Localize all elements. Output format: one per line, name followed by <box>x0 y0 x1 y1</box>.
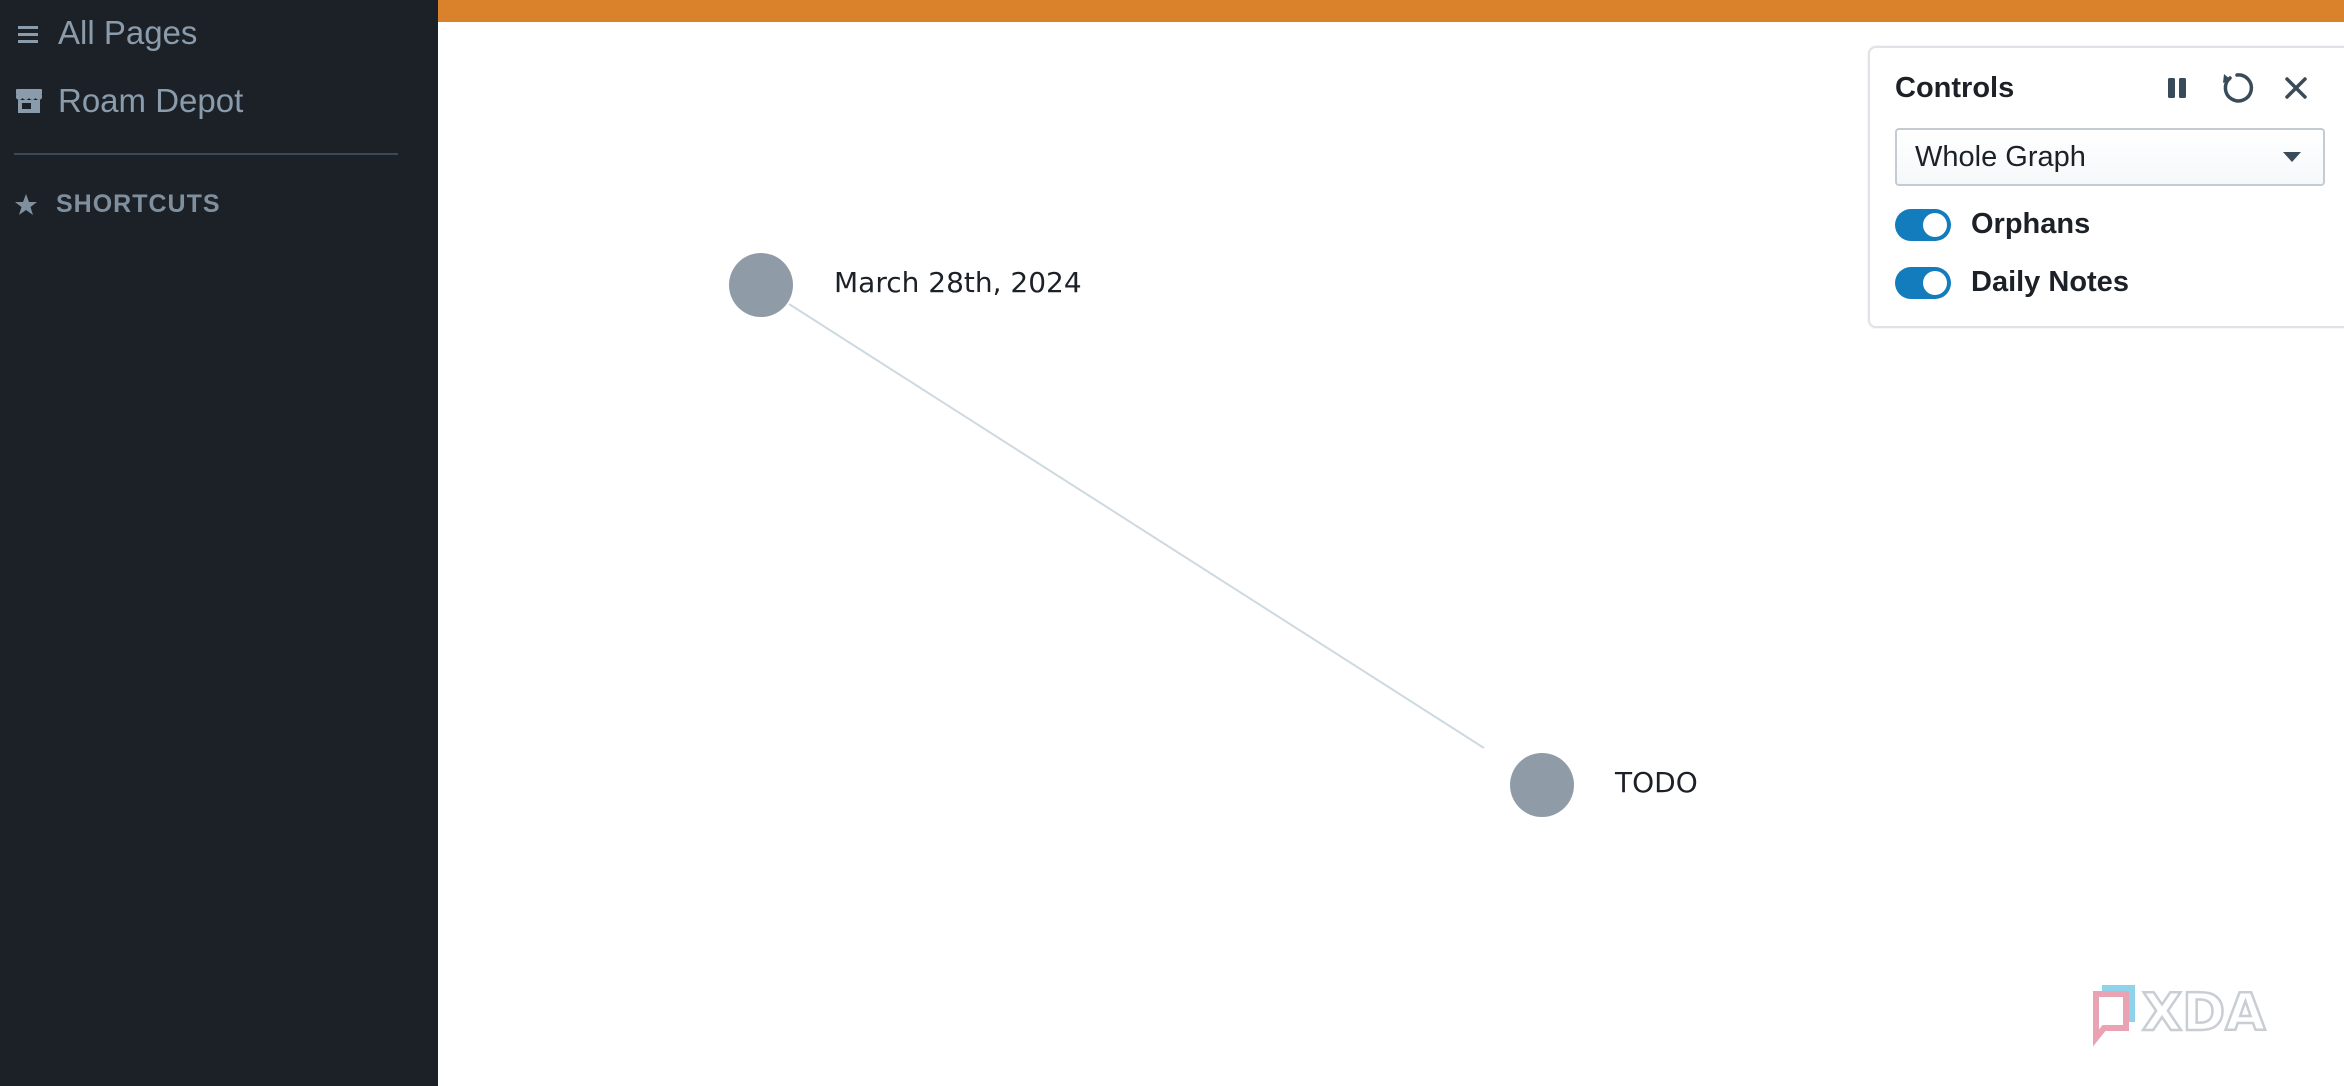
graph-node-label[interactable]: March 28th, 2024 <box>834 266 1082 299</box>
graph-edge <box>788 303 1485 749</box>
close-icon <box>2283 75 2309 106</box>
toggle-label: Daily Notes <box>1971 266 2129 298</box>
star-icon <box>14 193 38 217</box>
orphans-toggle[interactable]: Orphans <box>1895 208 2090 241</box>
daily-notes-toggle[interactable]: Daily Notes <box>1895 266 2129 299</box>
list-icon <box>14 18 44 48</box>
watermark-text: XDA <box>2142 983 2266 1043</box>
sync-status-bar <box>438 0 2344 22</box>
sidebar-item-label: All Pages <box>58 14 198 51</box>
xda-watermark-logo: XDA <box>2088 980 2312 1050</box>
select-value: Whole Graph <box>1915 140 2086 173</box>
close-button[interactable] <box>2276 70 2316 110</box>
sidebar-item-all-pages[interactable]: All Pages <box>0 14 197 52</box>
toggle-switch[interactable] <box>1895 208 1951 241</box>
graph-scope-select[interactable]: Whole Graph <box>1895 128 2325 186</box>
controls-title: Controls <box>1895 72 2015 104</box>
store-icon <box>14 86 44 116</box>
shortcuts-header: SHORTCUTS <box>14 190 221 219</box>
graph-controls-panel: Controls Whole Graph Orphans Daily Notes <box>1868 46 2344 328</box>
left-sidebar: All Pages Roam Depot SHORTCUTS <box>0 0 438 1086</box>
caret-down-icon <box>2283 152 2301 162</box>
graph-node-todo[interactable] <box>1510 753 1574 817</box>
sidebar-item-label: Roam Depot <box>58 82 244 119</box>
sidebar-divider <box>14 153 398 155</box>
reset-icon <box>2219 70 2255 111</box>
graph-node-march-28th-2024[interactable] <box>729 253 793 317</box>
graph-node-label[interactable]: TODO <box>1615 766 1698 799</box>
reset-button[interactable] <box>2217 70 2257 110</box>
toggle-label: Orphans <box>1971 208 2091 240</box>
toggle-switch[interactable] <box>1895 266 1951 299</box>
pause-button[interactable] <box>2157 70 2197 110</box>
shortcuts-label: SHORTCUTS <box>56 190 221 218</box>
sidebar-item-roam-depot[interactable]: Roam Depot <box>0 82 243 120</box>
pause-icon <box>2164 75 2190 106</box>
